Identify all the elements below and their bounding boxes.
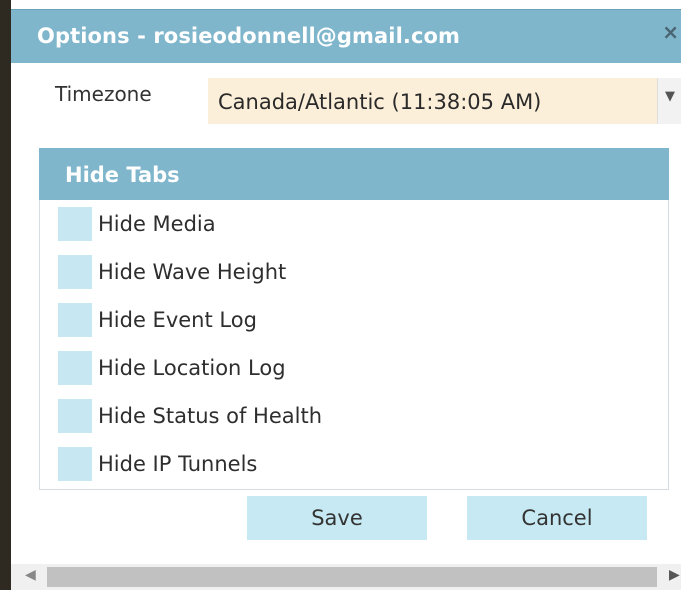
hide-ip-tunnels-label: Hide IP Tunnels xyxy=(98,452,258,476)
hide-ip-tunnels-option[interactable]: Hide IP Tunnels xyxy=(58,447,478,481)
hide-wave-height-label: Hide Wave Height xyxy=(98,260,287,284)
hide-wave-height-option[interactable]: Hide Wave Height xyxy=(58,255,478,289)
hide-wave-height-checkbox[interactable] xyxy=(58,255,92,289)
chevron-down-icon: ▼ xyxy=(665,89,675,104)
hide-ip-tunnels-checkbox[interactable] xyxy=(58,447,92,481)
save-button[interactable]: Save xyxy=(247,496,427,540)
timezone-label: Timezone xyxy=(55,82,152,106)
dialog-titlebar[interactable]: Options - rosieodonnell@gmail.com × xyxy=(11,9,681,63)
background-strip xyxy=(0,0,11,590)
hide-media-option[interactable]: Hide Media xyxy=(58,207,478,241)
dialog-title: Options - rosieodonnell@gmail.com xyxy=(37,24,461,48)
hide-status-of-health-checkbox[interactable] xyxy=(58,399,92,433)
cancel-button[interactable]: Cancel xyxy=(467,496,647,540)
hide-event-log-option[interactable]: Hide Event Log xyxy=(58,303,478,337)
hide-status-of-health-option[interactable]: Hide Status of Health xyxy=(58,399,478,433)
timezone-value: Canada/Atlantic (11:38:05 AM) xyxy=(218,90,542,114)
hide-status-of-health-label: Hide Status of Health xyxy=(98,404,323,428)
hide-tabs-panel: Hide Tabs Hide Media Hide Wave Height Hi… xyxy=(39,148,669,490)
hide-tabs-header: Hide Tabs xyxy=(39,148,669,200)
hide-location-log-checkbox[interactable] xyxy=(58,351,92,385)
hide-location-log-option[interactable]: Hide Location Log xyxy=(58,351,478,385)
options-dialog: Options - rosieodonnell@gmail.com × Time… xyxy=(11,0,681,590)
hide-media-label: Hide Media xyxy=(98,212,216,236)
close-icon[interactable]: × xyxy=(662,20,679,44)
timezone-dropdown-button[interactable]: ▼ xyxy=(657,78,681,124)
horizontal-scrollbar[interactable]: ◀ ▶ xyxy=(11,564,681,590)
timezone-select[interactable]: Canada/Atlantic (11:38:05 AM) xyxy=(208,78,668,124)
hide-media-checkbox[interactable] xyxy=(58,207,92,241)
scrollbar-thumb[interactable] xyxy=(47,567,657,587)
hide-event-log-label: Hide Event Log xyxy=(98,308,257,332)
scroll-left-icon[interactable]: ◀ xyxy=(25,567,36,583)
hide-tabs-title: Hide Tabs xyxy=(65,163,180,187)
scroll-right-icon[interactable]: ▶ xyxy=(669,567,680,583)
hide-location-log-label: Hide Location Log xyxy=(98,356,286,380)
hide-event-log-checkbox[interactable] xyxy=(58,303,92,337)
